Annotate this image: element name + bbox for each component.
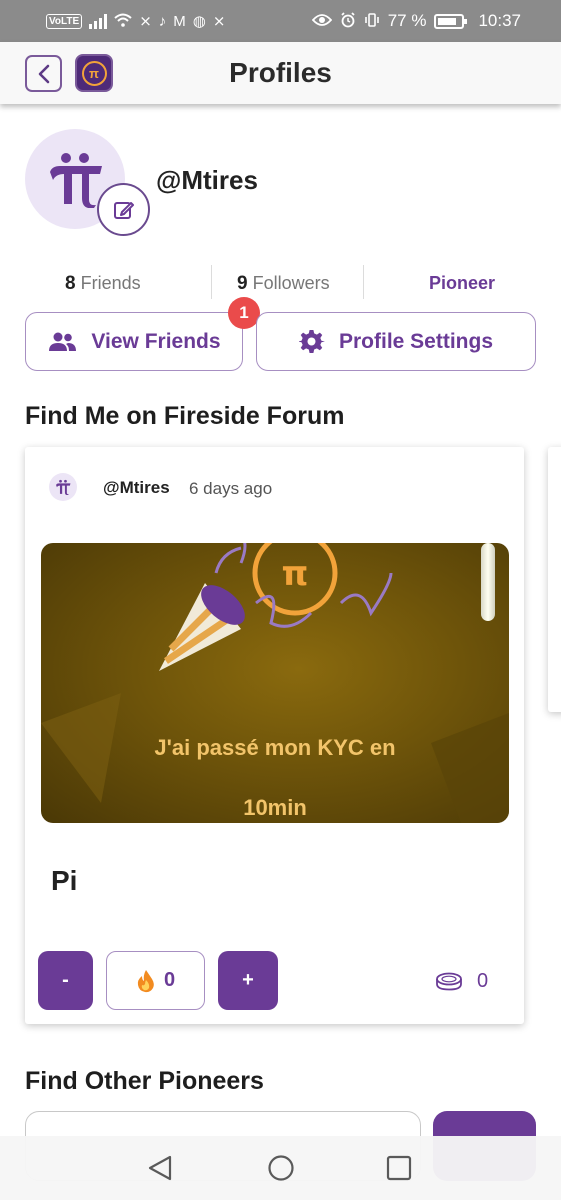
messenger-icon: ◍ [192, 12, 206, 30]
view-friends-button[interactable]: View Friends [25, 312, 243, 371]
followers-count: 9 [237, 273, 248, 294]
nav-back-icon[interactable] [146, 1154, 174, 1182]
wifi-icon [114, 13, 132, 30]
svg-text:π: π [282, 554, 309, 594]
downvote-button[interactable]: - [38, 951, 93, 1010]
celebration-graphic: π [41, 543, 509, 823]
friends-stat[interactable]: 8 Friends [65, 273, 141, 295]
profile-settings-label: Profile Settings [338, 329, 494, 353]
fireside-section-title: Find Me on Fireside Forum [25, 402, 345, 430]
gmail-icon: M [173, 12, 186, 30]
battery-icon [434, 13, 468, 29]
alarm-icon [340, 11, 356, 31]
status-right: 77 % 10:37 [311, 11, 521, 31]
capcut-icon-2: ⨯ [212, 12, 226, 30]
status-left: VoLTE ⨯ ♪ M ◍ ⨯ [46, 13, 225, 30]
screen: VoLTE ⨯ ♪ M ◍ ⨯ 77 % 10:37 π Profiles @M… [0, 0, 561, 1200]
fire-reaction-button[interactable]: 0 [106, 951, 205, 1010]
image-caption-line1: J'ai passé mon KYC en [154, 735, 396, 760]
pi-avatar-icon [50, 153, 102, 208]
signal-icon [89, 13, 108, 29]
fire-icon [137, 969, 154, 992]
nav-home-icon[interactable] [267, 1154, 295, 1182]
role-label: Pioneer [429, 273, 496, 293]
followers-stat[interactable]: 9 Followers [237, 273, 330, 295]
upvote-button[interactable]: + [218, 951, 278, 1010]
post-image[interactable]: π J'ai passé mon KYC en 10min [41, 543, 509, 823]
page-title: Profiles [229, 57, 332, 88]
status-bar: VoLTE ⨯ ♪ M ◍ ⨯ 77 % 10:37 [0, 0, 561, 42]
post-timestamp: 6 days ago [189, 479, 273, 498]
tiktok-icon: ♪ [158, 12, 167, 30]
gear-icon [298, 329, 325, 353]
system-nav-bar [0, 1136, 561, 1200]
view-friends-label: View Friends [91, 329, 221, 353]
edit-profile-button[interactable] [97, 183, 150, 236]
followers-label: Followers [252, 273, 330, 293]
pi-avatar-icon [56, 479, 71, 495]
fireside-post-card[interactable]: @Mtires 6 days ago π J'ai passé mon KYC … [25, 447, 524, 1024]
profile-username: @Mtires [156, 165, 258, 195]
coin-count: 0 [477, 970, 489, 992]
clock: 10:37 [478, 11, 521, 30]
battery-percent: 77 % [387, 11, 427, 30]
profile-settings-button[interactable]: Profile Settings [256, 312, 536, 371]
profile-stats: 8 Friends 9 Followers Pioneer [0, 265, 561, 301]
capcut-icon: ⨯ [139, 12, 152, 30]
pencil-edit-icon [113, 201, 134, 219]
friends-label: Friends [80, 273, 141, 293]
image-caption-line2: 10min [243, 795, 307, 820]
pi-coin-tip[interactable]: 0 [435, 970, 488, 993]
people-icon [49, 332, 77, 351]
eye-icon [311, 13, 332, 30]
nav-recents-icon[interactable] [386, 1154, 412, 1182]
stat-divider [211, 265, 212, 299]
post-author-name[interactable]: @Mtires [103, 478, 170, 498]
post-author-avatar[interactable] [49, 473, 77, 501]
vibrate-icon [364, 12, 380, 31]
fire-count: 0 [163, 969, 176, 991]
stat-divider [363, 265, 364, 299]
friends-count: 8 [65, 273, 76, 294]
next-post-card-peek[interactable] [548, 447, 561, 712]
pioneers-section-title: Find Other Pioneers [25, 1067, 264, 1095]
image-scrollbar[interactable] [481, 543, 495, 621]
post-body-text: Pi [51, 865, 78, 896]
volte-icon: VoLTE [46, 13, 83, 29]
coin-stack-icon [436, 972, 462, 990]
app-header: π Profiles [0, 42, 561, 104]
